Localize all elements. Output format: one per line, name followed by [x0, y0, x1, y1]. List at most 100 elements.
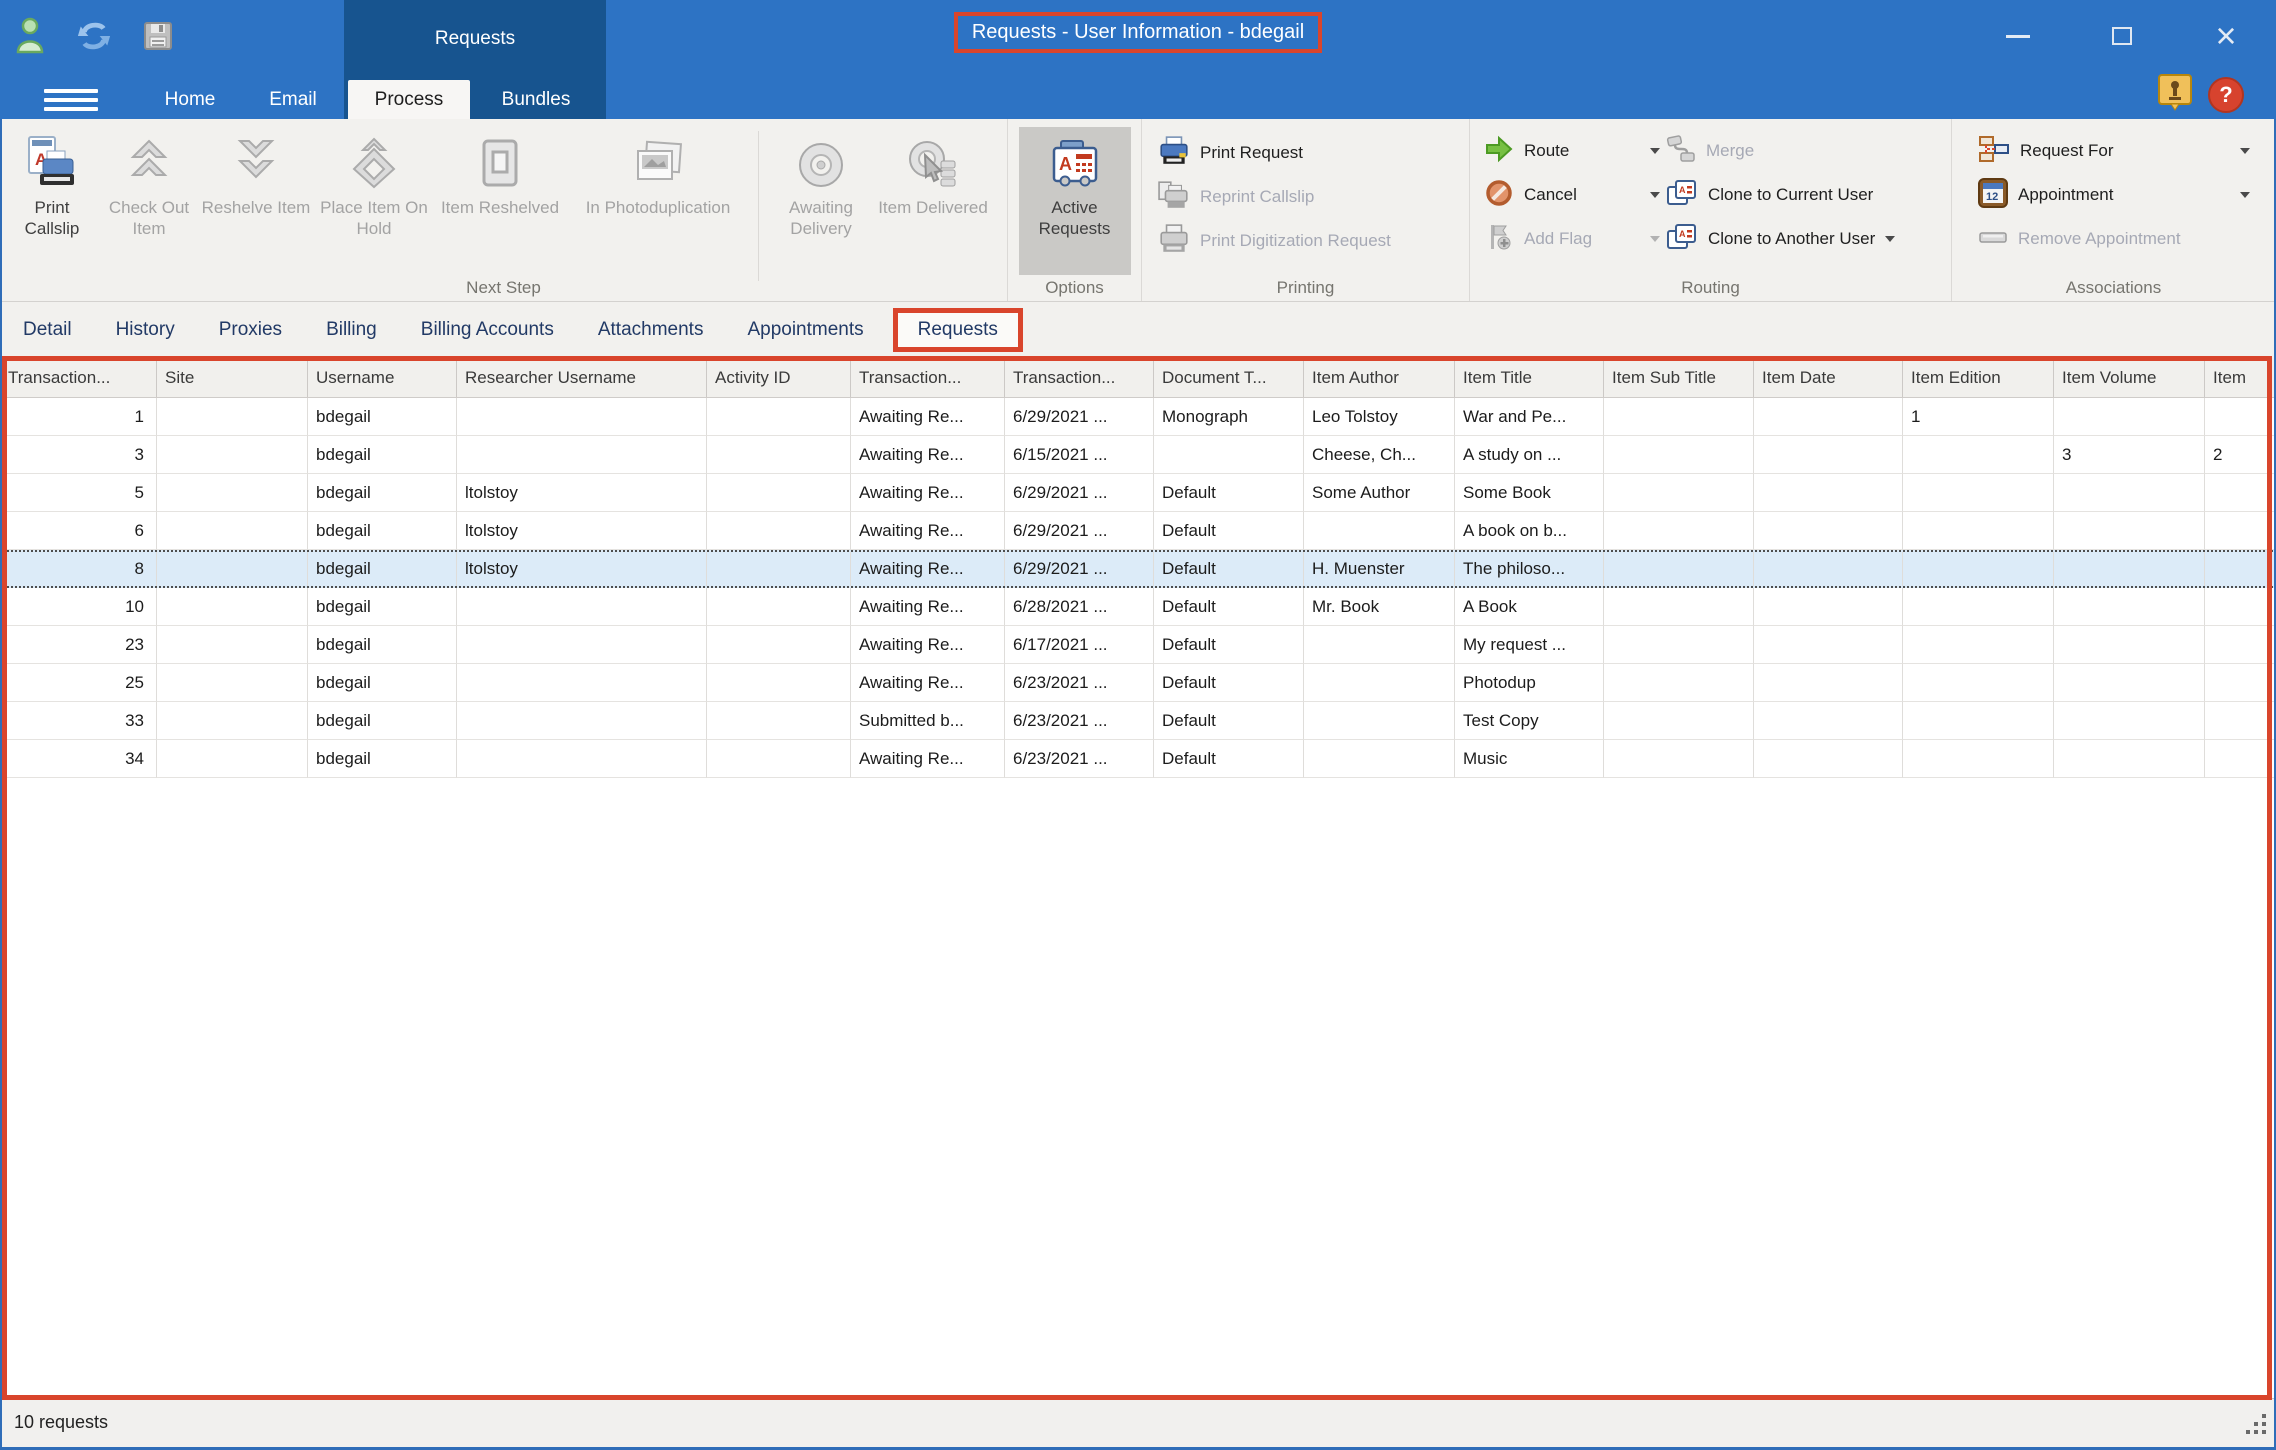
- tab-attachments[interactable]: Attachments: [583, 310, 719, 350]
- tab-billing[interactable]: Billing: [311, 310, 392, 350]
- minimize-button[interactable]: [1998, 16, 2038, 56]
- route-button[interactable]: Route: [1484, 129, 1660, 173]
- table-cell: [1754, 626, 1903, 664]
- table-row[interactable]: 34bdegailAwaiting Re...6/23/2021 ...Defa…: [0, 740, 2276, 778]
- table-cell: [2054, 626, 2205, 664]
- title-annotation-box: Requests - User Information - bdegail: [0, 12, 2276, 53]
- tab-bundles[interactable]: Bundles: [480, 80, 592, 119]
- dropdown-caret[interactable]: [1650, 148, 1660, 154]
- column-header[interactable]: Researcher Username: [457, 358, 707, 397]
- resize-grip[interactable]: [2246, 1414, 2268, 1441]
- table-cell: The philoso...: [1455, 552, 1604, 586]
- tab-appointments[interactable]: Appointments: [732, 310, 878, 350]
- tab-proxies[interactable]: Proxies: [204, 310, 297, 350]
- about-badge-icon[interactable]: [2158, 74, 2192, 116]
- item-delivered-button[interactable]: Item Delivered: [877, 127, 989, 275]
- in-photoduplication-button[interactable]: In Photoduplication: [564, 127, 752, 275]
- column-header[interactable]: Transaction...: [0, 358, 157, 397]
- table-cell: Default: [1154, 552, 1304, 586]
- table-cell: Awaiting Re...: [851, 474, 1005, 512]
- help-icon[interactable]: ?: [2208, 77, 2244, 113]
- column-header[interactable]: Document T...: [1154, 358, 1304, 397]
- table-cell: [157, 588, 308, 626]
- column-header[interactable]: Item Author: [1304, 358, 1455, 397]
- table-row[interactable]: 23bdegailAwaiting Re...6/17/2021 ...Defa…: [0, 626, 2276, 664]
- reprint-printer-icon: [1158, 179, 1190, 216]
- route-arrow-icon: [1484, 134, 1514, 169]
- column-header[interactable]: Username: [308, 358, 457, 397]
- check-out-item-button[interactable]: Check Out Item: [98, 127, 200, 275]
- column-header[interactable]: Item: [2205, 358, 2276, 397]
- save-icon[interactable]: [140, 16, 176, 56]
- table-cell: [1903, 702, 2054, 740]
- dropdown-caret[interactable]: [2240, 192, 2250, 198]
- merge-button[interactable]: Merge: [1666, 129, 1944, 173]
- reshelve-item-button[interactable]: Reshelve Item: [200, 127, 312, 275]
- close-button[interactable]: ×: [2206, 16, 2246, 56]
- tab-billing-accounts[interactable]: Billing Accounts: [406, 310, 569, 350]
- table-cell: ltolstoy: [457, 474, 707, 512]
- menu-button[interactable]: [44, 80, 98, 119]
- maximize-button[interactable]: [2102, 16, 2142, 56]
- tab-email[interactable]: Email: [248, 80, 338, 119]
- appointment-button[interactable]: 12 Appointment: [1978, 173, 2250, 217]
- cancel-button[interactable]: Cancel: [1484, 173, 1660, 217]
- svg-text:12: 12: [1986, 191, 1998, 203]
- place-item-on-hold-button[interactable]: Place Item On Hold: [312, 127, 436, 275]
- table-cell: [1754, 588, 1903, 626]
- sync-icon[interactable]: [76, 16, 112, 56]
- column-header[interactable]: Activity ID: [707, 358, 851, 397]
- add-flag-button[interactable]: Add Flag: [1484, 217, 1660, 261]
- table-row[interactable]: 5bdegailltolstoyAwaiting Re...6/29/2021 …: [0, 474, 2276, 512]
- table-cell: 6/29/2021 ...: [1005, 398, 1154, 436]
- column-header[interactable]: Transaction...: [851, 358, 1005, 397]
- table-row[interactable]: 10bdegailAwaiting Re...6/28/2021 ...Defa…: [0, 588, 2276, 626]
- column-header[interactable]: Transaction...: [1005, 358, 1154, 397]
- table-cell: Awaiting Re...: [851, 740, 1005, 778]
- table-cell: Awaiting Re...: [851, 552, 1005, 586]
- table-cell: 33: [0, 702, 157, 740]
- print-digitization-request-button[interactable]: Print Digitization Request: [1158, 219, 1469, 263]
- tab-home[interactable]: Home: [140, 80, 240, 119]
- column-header[interactable]: Item Sub Title: [1604, 358, 1754, 397]
- item-reshelved-button[interactable]: Item Reshelved: [436, 127, 564, 275]
- table-cell: [707, 664, 851, 702]
- column-header[interactable]: Site: [157, 358, 308, 397]
- tab-detail[interactable]: Detail: [8, 310, 87, 350]
- awaiting-delivery-button[interactable]: Awaiting Delivery: [765, 127, 877, 275]
- table-row[interactable]: 6bdegailltolstoyAwaiting Re...6/29/2021 …: [0, 512, 2276, 550]
- reprint-callslip-button[interactable]: Reprint Callslip: [1158, 175, 1469, 219]
- table-row[interactable]: 1bdegailAwaiting Re...6/29/2021 ...Monog…: [0, 398, 2276, 436]
- table-row[interactable]: 3bdegailAwaiting Re...6/15/2021 ...Chees…: [0, 436, 2276, 474]
- table-cell: [2205, 740, 2276, 778]
- column-header[interactable]: Item Date: [1754, 358, 1903, 397]
- request-for-button[interactable]: Request For: [1978, 129, 2250, 173]
- user-icon[interactable]: [12, 16, 48, 56]
- clone-to-another-user-button[interactable]: A Clone to Another User: [1666, 217, 1944, 261]
- print-request-button[interactable]: Print Request: [1158, 131, 1469, 175]
- table-row[interactable]: 33bdegailSubmitted b...6/23/2021 ...Defa…: [0, 702, 2276, 740]
- table-cell: 6/29/2021 ...: [1005, 552, 1154, 586]
- table-cell: 6/28/2021 ...: [1005, 588, 1154, 626]
- column-header[interactable]: Item Title: [1455, 358, 1604, 397]
- column-header[interactable]: Item Volume: [2054, 358, 2205, 397]
- table-cell: 6/23/2021 ...: [1005, 702, 1154, 740]
- active-requests-button[interactable]: A Active Requests: [1019, 127, 1131, 275]
- dropdown-caret[interactable]: [2240, 148, 2250, 154]
- table-row[interactable]: 8bdegailltolstoyAwaiting Re...6/29/2021 …: [0, 550, 2276, 588]
- dropdown-caret[interactable]: [1650, 192, 1660, 198]
- print-callslip-button[interactable]: A Print Callslip: [6, 127, 98, 275]
- column-header[interactable]: Item Edition: [1903, 358, 2054, 397]
- table-cell: [707, 740, 851, 778]
- remove-appointment-button[interactable]: Remove Appointment: [1978, 217, 2250, 261]
- tab-process[interactable]: Process: [348, 80, 470, 119]
- tab-history[interactable]: History: [101, 310, 190, 350]
- dropdown-caret[interactable]: [1885, 236, 1895, 242]
- window-title: Requests - User Information - bdegail: [954, 12, 1322, 53]
- table-cell: [2054, 552, 2205, 586]
- table-row[interactable]: 25bdegailAwaiting Re...6/23/2021 ...Defa…: [0, 664, 2276, 702]
- table-cell: [1903, 740, 2054, 778]
- tab-requests[interactable]: Requests: [893, 308, 1023, 352]
- dropdown-caret[interactable]: [1650, 236, 1660, 242]
- clone-to-current-user-button[interactable]: A Clone to Current User: [1666, 173, 1944, 217]
